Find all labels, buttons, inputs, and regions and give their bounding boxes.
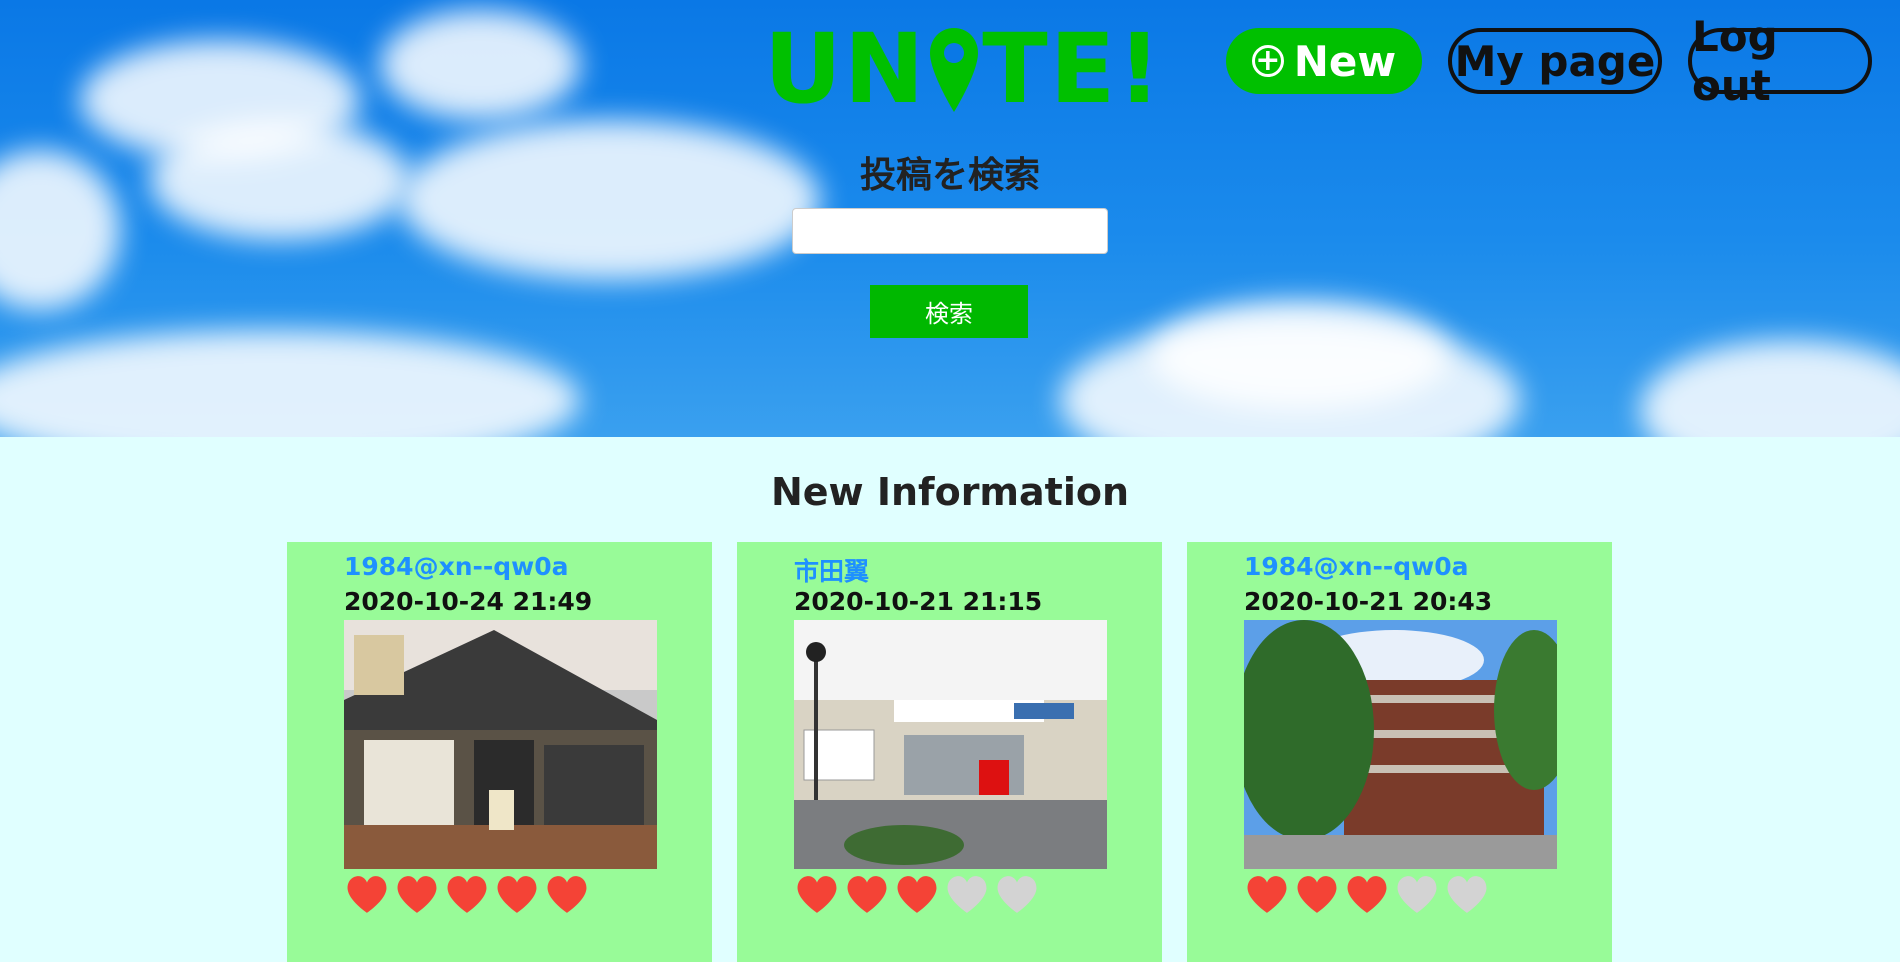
heart-filled-icon: [345, 875, 389, 915]
search-input[interactable]: [792, 208, 1108, 254]
my-page-button[interactable]: My page: [1448, 28, 1662, 94]
post-datetime: 2020-10-21 21:15: [794, 587, 1043, 616]
section-title: New Information: [770, 470, 1130, 514]
search-button[interactable]: 検索: [870, 285, 1028, 338]
heart-empty-icon: [1395, 875, 1439, 915]
logo-text-un: UN: [764, 13, 927, 125]
logout-button[interactable]: Log out: [1688, 12, 1872, 110]
rating-hearts: [1245, 875, 1489, 915]
logo-text-te: TE!: [982, 13, 1164, 125]
logo[interactable]: UN TE!: [764, 13, 1164, 125]
heart-filled-icon: [395, 875, 439, 915]
heart-filled-icon: [845, 875, 889, 915]
post-photo-restaurant[interactable]: [344, 620, 657, 869]
post-datetime: 2020-10-21 20:43: [1244, 587, 1493, 616]
map-pin-icon: [930, 28, 979, 112]
post-datetime: 2020-10-24 21:49: [344, 587, 593, 616]
post-card[interactable]: 市田翼 2020-10-21 21:15: [737, 542, 1162, 962]
post-photo-station[interactable]: [794, 620, 1107, 869]
heart-filled-icon: [1295, 875, 1339, 915]
search-title: 投稿を検索: [859, 155, 1040, 196]
heart-filled-icon: [545, 875, 589, 915]
post-photo-school[interactable]: [1244, 620, 1557, 869]
heart-filled-icon: [1245, 875, 1289, 915]
post-card[interactable]: 1984@xn--qw0a 2020-10-24 21:49: [287, 542, 712, 962]
post-user-link[interactable]: 1984@xn--qw0a: [344, 552, 569, 581]
heart-filled-icon: [495, 875, 539, 915]
post-card[interactable]: 1984@xn--qw0a 2020-10-21 20:43: [1187, 542, 1612, 962]
heart-empty-icon: [945, 875, 989, 915]
post-user-link[interactable]: 市田翼: [794, 552, 869, 588]
heart-filled-icon: [895, 875, 939, 915]
hero-banner: UN TE! + New My page Log out 投稿を検索 検索: [0, 0, 1900, 437]
heart-empty-icon: [995, 875, 1039, 915]
rating-hearts: [345, 875, 589, 915]
rating-hearts: [795, 875, 1039, 915]
post-user-link[interactable]: 1984@xn--qw0a: [1244, 552, 1469, 581]
heart-filled-icon: [1345, 875, 1389, 915]
heart-filled-icon: [795, 875, 839, 915]
heart-empty-icon: [1445, 875, 1489, 915]
new-button-label: New: [1293, 36, 1397, 86]
plus-circle-icon: +: [1251, 45, 1284, 77]
new-post-button[interactable]: + New: [1226, 28, 1422, 94]
heart-filled-icon: [445, 875, 489, 915]
